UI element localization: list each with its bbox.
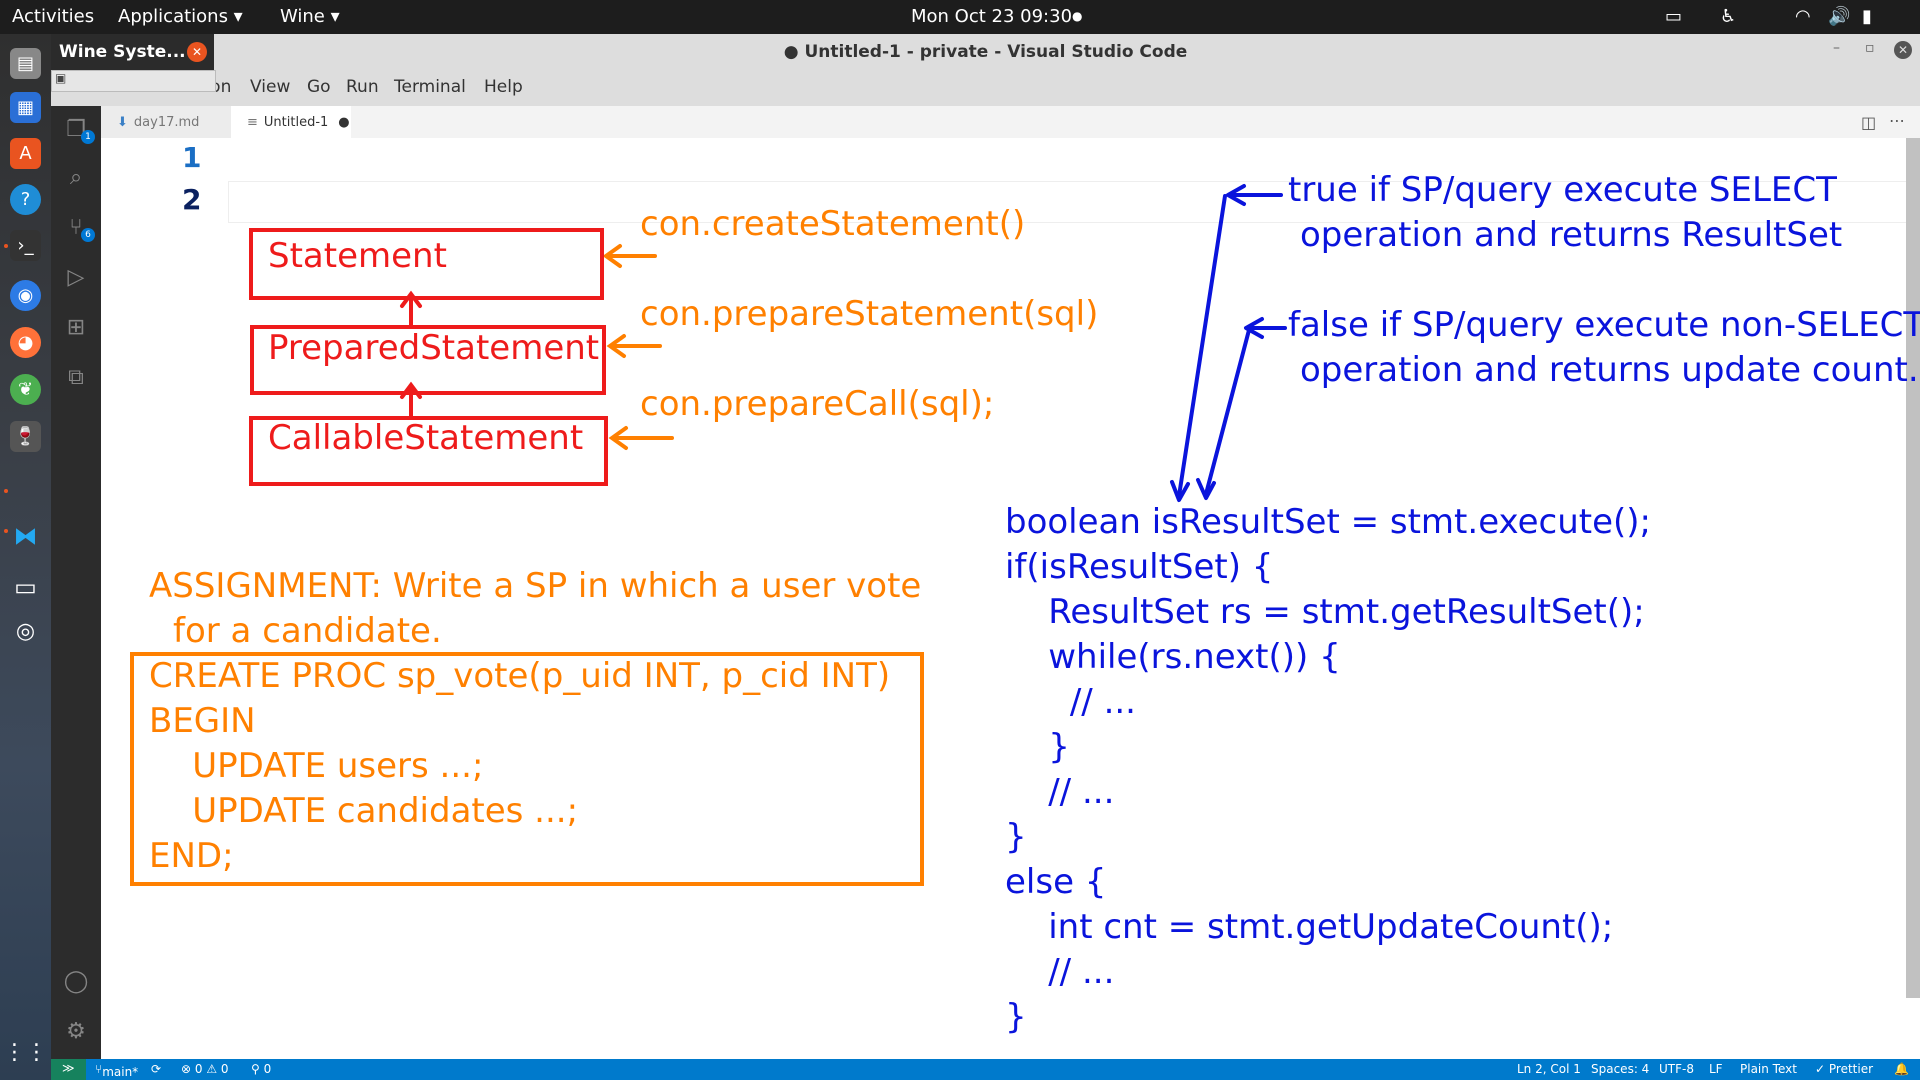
- assignment-line-2: for a candidate.: [173, 611, 442, 651]
- create-statement-method: con.createStatement(): [640, 204, 1026, 244]
- true-note-line-1: true if SP/query execute SELECT: [1288, 170, 1837, 210]
- java-code-line: // ...: [1005, 772, 1115, 812]
- sp-code-line: UPDATE users ...;: [149, 746, 484, 786]
- java-code-line: }: [1005, 817, 1027, 857]
- prepare-statement-method: con.prepareStatement(sql): [640, 294, 1099, 334]
- assignment-line-1: ASSIGNMENT: Write a SP in which a user v…: [149, 566, 922, 606]
- encoding[interactable]: UTF-8: [1659, 1062, 1694, 1076]
- branch-indicator[interactable]: ⑂ main*: [95, 1062, 138, 1079]
- false-note-line-1: false if SP/query execute non-SELECT: [1288, 305, 1920, 345]
- java-code-line: }: [1005, 727, 1070, 767]
- status-bar: ⑂ main* ⟳ ⊗ 0 ⚠ 0 ⚲ 0 Ln 2, Col 1 Spaces…: [51, 1059, 1920, 1080]
- sp-code-line: UPDATE candidates ...;: [149, 791, 579, 831]
- java-code-line: if(isResultSet) {: [1005, 547, 1274, 587]
- sp-code-line: BEGIN: [149, 701, 256, 741]
- java-code-line: // ...: [1005, 952, 1115, 992]
- remote-icon: ≫: [62, 1061, 75, 1075]
- language-mode[interactable]: Plain Text: [1740, 1062, 1797, 1076]
- ports-indicator[interactable]: ⚲ 0: [251, 1062, 271, 1076]
- java-code-line: int cnt = stmt.getUpdateCount();: [1005, 907, 1614, 947]
- sp-code-line: END;: [149, 836, 234, 876]
- sync-icon[interactable]: ⟳: [151, 1062, 161, 1076]
- java-code-line: else {: [1005, 862, 1107, 902]
- branch-name: main*: [102, 1065, 139, 1079]
- problems-indicator[interactable]: ⊗ 0 ⚠ 0: [181, 1062, 229, 1076]
- false-note-line-2: operation and returns update count.: [1300, 350, 1919, 390]
- callable-statement-label: CallableStatement: [268, 418, 584, 458]
- end-of-line[interactable]: LF: [1709, 1062, 1723, 1076]
- java-code-line: while(rs.next()) {: [1005, 637, 1341, 677]
- prepared-statement-label: PreparedStatement: [268, 328, 600, 368]
- java-code-line: boolean isResultSet = stmt.execute();: [1005, 502, 1651, 542]
- java-code-line: ResultSet rs = stmt.getResultSet();: [1005, 592, 1645, 632]
- cursor-position[interactable]: Ln 2, Col 1: [1517, 1062, 1581, 1076]
- indentation[interactable]: Spaces: 4: [1591, 1062, 1649, 1076]
- remote-indicator[interactable]: ≫: [51, 1059, 86, 1080]
- true-note-line-2: operation and returns ResultSet: [1300, 215, 1843, 255]
- java-code-line: }: [1005, 997, 1027, 1037]
- java-code-line: // ...: [1005, 682, 1136, 722]
- sp-code-line: CREATE PROC sp_vote(p_uid INT, p_cid INT…: [149, 656, 891, 696]
- prepare-call-method: con.prepareCall(sql);: [640, 384, 995, 424]
- statement-label: Statement: [268, 236, 447, 276]
- notifications-bell-icon[interactable]: 🔔: [1894, 1062, 1909, 1076]
- prettier-status[interactable]: ✓ Prettier: [1815, 1062, 1873, 1076]
